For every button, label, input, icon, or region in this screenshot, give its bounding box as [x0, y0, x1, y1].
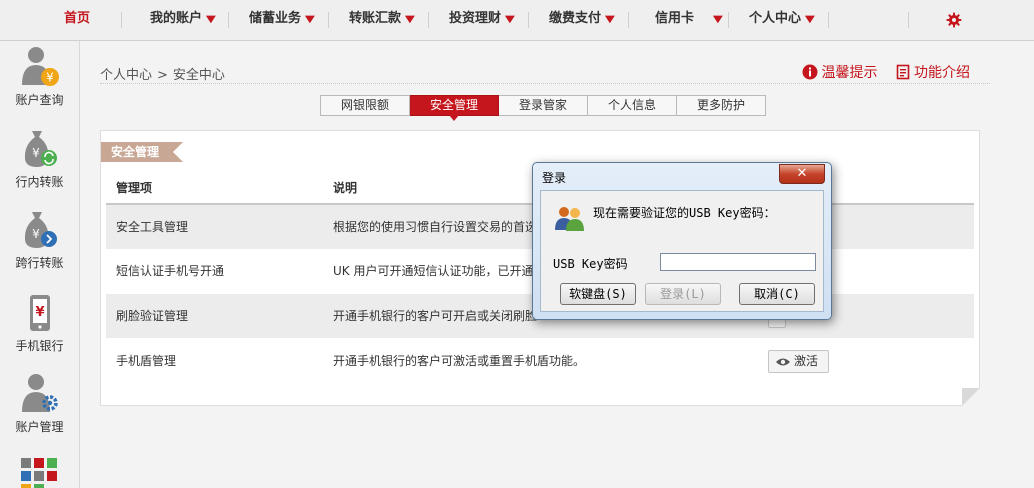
- chevron-down-icon: ▼: [804, 14, 815, 25]
- hint-links: 温馨提示 功能介绍: [788, 62, 970, 82]
- svg-text:¥: ¥: [32, 146, 40, 160]
- left-sidebar: ¥ 账户查询 ¥ 行内转账 ¥ 跨行转账 ¥ 手机银行 账户管理: [0, 41, 80, 488]
- account-query-icon: ¥: [21, 47, 59, 86]
- sidebar-item-account-management[interactable]: 账户管理: [0, 372, 79, 435]
- info-icon: [802, 64, 818, 80]
- chevron-down-icon: ▼: [304, 14, 315, 25]
- table-row: 手机盾管理 开通手机银行的客户可激活或重置手机盾功能。 激活: [106, 339, 974, 383]
- chevron-down-icon: ▼: [205, 14, 216, 25]
- row-item: 手机盾管理: [116, 354, 177, 368]
- svg-text:¥: ¥: [46, 71, 54, 85]
- svg-text:¥: ¥: [32, 227, 40, 241]
- column-header-item: 管理项: [116, 181, 153, 195]
- dialog-message: 现在需要验证您的USB Key密码：: [593, 206, 776, 220]
- tab-more-protection[interactable]: 更多防护: [677, 95, 766, 116]
- chevron-down-icon: ▼: [712, 14, 723, 25]
- breadcrumb: 个人中心 > 安全中心: [100, 64, 225, 83]
- row-item: 安全工具管理: [116, 220, 189, 234]
- nav-divider: [228, 12, 229, 28]
- apps-grid-icon[interactable]: [20, 457, 58, 488]
- document-icon: [896, 64, 910, 80]
- users-icon: [555, 207, 584, 231]
- soft-keyboard-button[interactable]: 软键盘(S): [560, 283, 636, 305]
- breadcrumb-divider: [100, 83, 990, 85]
- nav-personal-center[interactable]: 个人中心 ▼: [749, 0, 815, 40]
- login-button[interactable]: 登录(L): [645, 283, 721, 305]
- usb-key-password-input[interactable]: [660, 253, 816, 271]
- svg-text:¥: ¥: [35, 305, 44, 320]
- nav-invest[interactable]: 投资理财 ▼: [449, 0, 515, 40]
- nav-transfer[interactable]: 转账汇款 ▼: [349, 0, 415, 40]
- sub-tabs: 网银限额 安全管理 登录管家 个人信息 更多防护: [320, 95, 766, 121]
- nav-divider: [828, 12, 829, 28]
- tab-security-management[interactable]: 安全管理: [410, 95, 499, 121]
- intra-bank-transfer-icon: ¥: [24, 131, 57, 167]
- tab-login-manager[interactable]: 登录管家: [499, 95, 588, 116]
- chevron-down-icon: ▼: [604, 14, 615, 25]
- row-item: 刷脸验证管理: [116, 309, 189, 323]
- row-description: UK 用户可开通短信认证功能，已开通: [333, 264, 534, 278]
- close-button[interactable]: ✕: [779, 164, 825, 184]
- inter-bank-transfer-icon: ¥: [24, 212, 57, 248]
- chevron-down-icon: ▼: [404, 14, 415, 25]
- eye-icon: [776, 358, 790, 365]
- nav-divider: [628, 12, 629, 28]
- nav-divider: [908, 12, 909, 28]
- nav-divider: [528, 12, 529, 28]
- nav-home[interactable]: 首页: [64, 0, 90, 40]
- nav-savings[interactable]: 储蓄业务 ▼: [249, 0, 315, 40]
- column-header-description: 说明: [333, 181, 358, 195]
- gear-icon[interactable]: [946, 12, 962, 28]
- chevron-down-icon: ▼: [504, 14, 515, 25]
- features-link[interactable]: 功能介绍: [896, 62, 970, 82]
- section-ribbon: 安全管理: [101, 142, 184, 162]
- sidebar-item-inter-transfer[interactable]: ¥ 跨行转账: [0, 208, 79, 271]
- row-item: 短信认证手机号开通: [116, 264, 225, 278]
- nav-my-account[interactable]: 我的账户 ▼: [150, 0, 216, 40]
- nav-divider: [728, 12, 729, 28]
- nav-divider: [328, 12, 329, 28]
- cancel-button[interactable]: 取消(C): [739, 283, 815, 305]
- top-nav: 首页 我的账户 ▼ 储蓄业务 ▼ 转账汇款 ▼ 投资理财 ▼ 缴费支付 ▼ 信用卡 ▼ 个人…: [0, 0, 1034, 41]
- dialog-body: 现在需要验证您的USB Key密码： USB Key密码 软键盘(S) 登录(L…: [540, 190, 824, 312]
- sidebar-item-mobile-banking[interactable]: ¥ 手机银行: [0, 291, 79, 354]
- usb-key-password-label: USB Key密码: [553, 257, 628, 271]
- sidebar-item-account-query[interactable]: ¥ 账户查询: [0, 45, 79, 108]
- tab-online-limit[interactable]: 网银限额: [320, 95, 410, 116]
- dialog-title: 登录: [542, 171, 567, 185]
- close-icon: ✕: [796, 166, 808, 181]
- sidebar-item-intra-transfer[interactable]: ¥ 行内转账: [0, 127, 79, 190]
- nav-divider: [121, 12, 122, 28]
- mobile-banking-icon: ¥: [29, 295, 50, 331]
- account-management-icon: [21, 374, 58, 412]
- breadcrumb-separator: >: [157, 68, 168, 83]
- nav-divider: [428, 12, 429, 28]
- breadcrumb-current: 安全中心: [172, 68, 225, 83]
- breadcrumb-parent[interactable]: 个人中心: [100, 68, 152, 83]
- row-description: 开通手机银行的客户可激活或重置手机盾功能。: [333, 354, 586, 368]
- row-description: 开通手机银行的客户可开启或关闭刷脸: [333, 309, 538, 323]
- tips-link[interactable]: 温馨提示: [802, 62, 878, 82]
- nav-credit-card[interactable]: 信用卡 ▼: [655, 0, 723, 40]
- activate-button[interactable]: 激活: [768, 350, 830, 373]
- page-fold-corner: [962, 388, 980, 406]
- row-description: 根据您的使用习惯自行设置交易的首选: [333, 220, 538, 234]
- tab-personal-info[interactable]: 个人信息: [588, 95, 677, 116]
- usb-key-login-dialog: 登录 ✕ 现在需要验证您的USB Key密码： USB Key密码 软键盘(S)…: [532, 162, 832, 320]
- nav-payments[interactable]: 缴费支付 ▼: [549, 0, 615, 40]
